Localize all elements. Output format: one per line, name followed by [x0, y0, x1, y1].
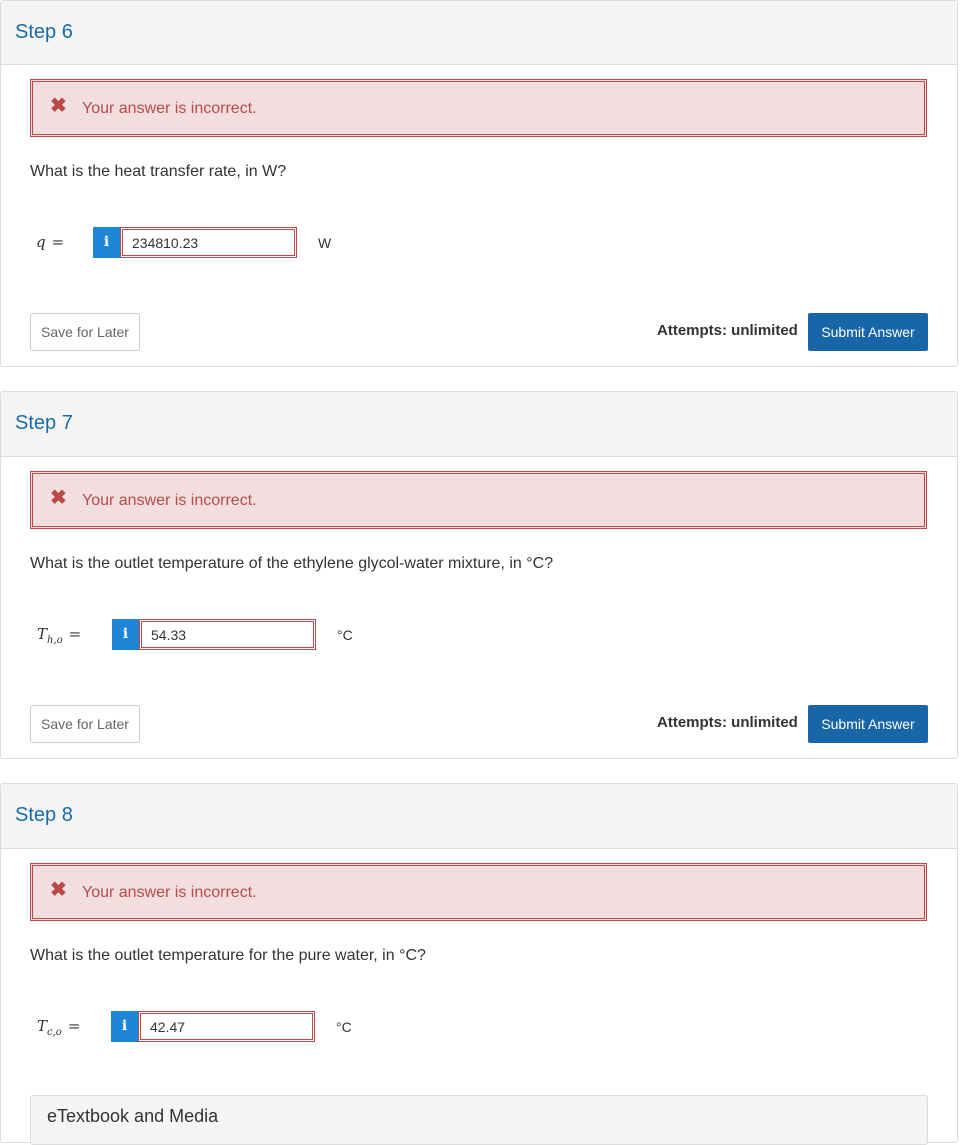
submit-answer-button[interactable]: Submit Answer: [808, 313, 928, 351]
unit-label: °C: [337, 627, 353, 643]
x-icon: ✖: [50, 487, 67, 509]
answer-input[interactable]: [138, 1011, 315, 1042]
variable-label: Th,o =: [37, 625, 81, 646]
alert-text: Your answer is incorrect.: [82, 100, 257, 117]
step-title: Step 7: [15, 412, 73, 434]
unit-label: W: [318, 235, 332, 251]
answer-input[interactable]: [139, 619, 316, 650]
step-title: Step 6: [15, 21, 73, 43]
info-icon[interactable]: i: [112, 619, 139, 650]
step-header: Step 7: [1, 392, 957, 457]
variable-subscript: h,o: [47, 635, 63, 646]
save-for-later-button[interactable]: Save for Later: [30, 705, 140, 743]
submit-answer-button[interactable]: Submit Answer: [808, 705, 928, 743]
equals-sign: =: [51, 233, 65, 251]
variable-subscript: c,o: [47, 1027, 62, 1038]
alert-text: Your answer is incorrect.: [82, 884, 257, 901]
incorrect-alert: ✖ Your answer is incorrect.: [30, 471, 927, 529]
x-icon: ✖: [50, 95, 67, 117]
answer-input[interactable]: [120, 227, 297, 258]
incorrect-alert: ✖ Your answer is incorrect.: [30, 863, 927, 921]
attempts-label: Attempts: unlimited: [657, 714, 798, 731]
equals-sign: =: [67, 1017, 81, 1035]
variable-symbol: T: [37, 1017, 48, 1035]
variable-symbol: q: [36, 233, 46, 251]
step-title: Step 8: [15, 804, 73, 826]
question-text: What is the outlet temperature for the p…: [30, 947, 426, 964]
question-text: What is the heat transfer rate, in W?: [30, 163, 287, 180]
etextbook-and-media-panel[interactable]: eTextbook and Media: [30, 1095, 928, 1145]
info-icon[interactable]: i: [111, 1011, 138, 1042]
variable-symbol: T: [37, 625, 48, 643]
step-header: Step 8: [1, 784, 957, 849]
attempts-label: Attempts: unlimited: [657, 322, 798, 339]
step-header: Step 6: [1, 1, 957, 65]
save-for-later-button[interactable]: Save for Later: [30, 313, 140, 351]
variable-label: Tc,o =: [37, 1017, 80, 1038]
unit-label: °C: [336, 1019, 352, 1035]
info-icon[interactable]: i: [93, 227, 120, 258]
question-text: What is the outlet temperature of the et…: [30, 555, 554, 572]
variable-label: q =: [36, 233, 64, 251]
etextbook-label: eTextbook and Media: [47, 1106, 219, 1126]
step-7-card: Step 7: [0, 391, 958, 759]
step-6-card: Step 6: [0, 0, 958, 367]
x-icon: ✖: [50, 879, 67, 901]
equals-sign: =: [68, 625, 82, 643]
alert-text: Your answer is incorrect.: [82, 492, 257, 509]
incorrect-alert: ✖ Your answer is incorrect.: [30, 79, 927, 137]
